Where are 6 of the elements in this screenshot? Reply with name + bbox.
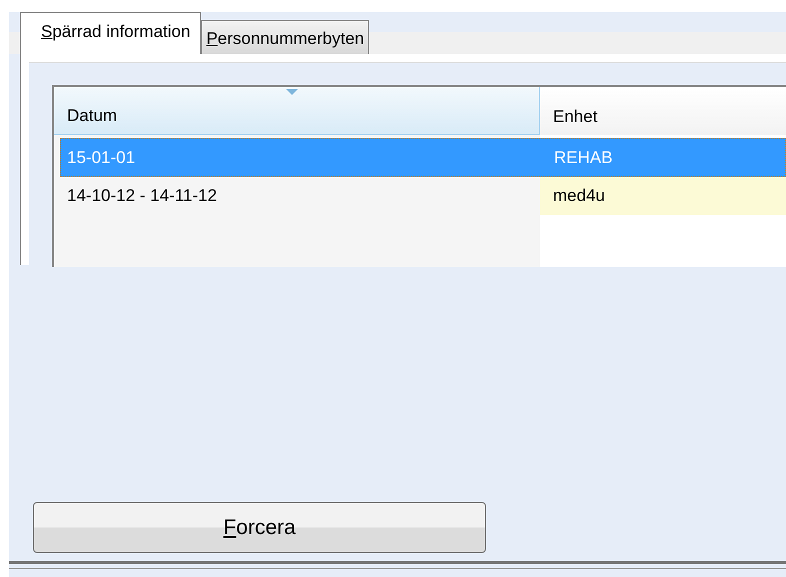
table-cell: med4u — [540, 177, 786, 215]
sort-arrow-icon — [286, 89, 298, 95]
tab[interactable]: Spärrad information — [20, 12, 202, 54]
forcera-button[interactable]: Forcera — [33, 502, 486, 553]
tab[interactable]: Personnummerbyten — [201, 20, 370, 54]
column-header[interactable]: Datum — [54, 87, 540, 135]
